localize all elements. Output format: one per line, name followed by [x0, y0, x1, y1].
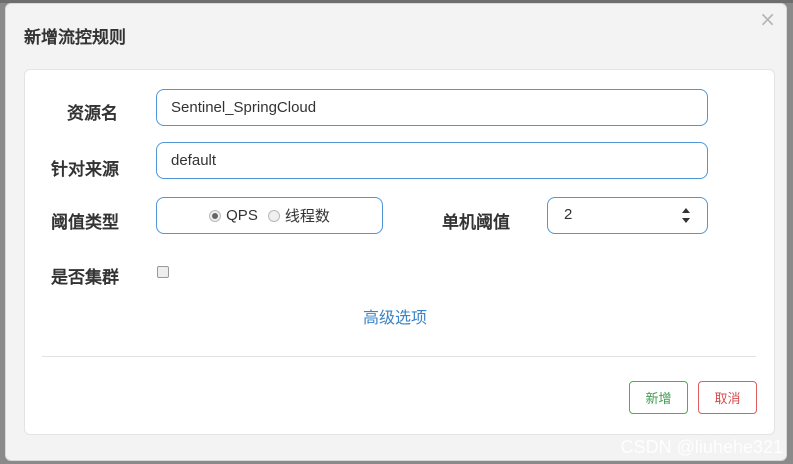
spinner-icon[interactable]	[681, 208, 691, 223]
spinner-up-icon[interactable]	[682, 208, 690, 213]
radio-qps-indicator[interactable]	[209, 209, 222, 222]
source-input[interactable]: default	[156, 142, 708, 179]
source-label: 针对来源	[51, 160, 119, 180]
resource-label: 资源名	[67, 104, 118, 124]
threshold-type-label: 阈值类型	[51, 213, 119, 233]
threshold-number-input[interactable]: 2	[547, 197, 708, 234]
radio-thread-count-indicator[interactable]	[267, 209, 280, 222]
watermark: CSDN @liuhehe321	[620, 437, 783, 457]
add-button[interactable]: 新增	[629, 381, 688, 414]
dialog-header: 新增流控规则 ×	[6, 4, 786, 66]
form-panel: 资源名 Sentinel_SpringCloud 针对来源 default 阈值…	[24, 69, 775, 435]
add-flow-rule-dialog: 新增流控规则 × 资源名 Sentinel_SpringCloud 针对来源 d…	[5, 3, 787, 461]
close-icon[interactable]: ×	[759, 9, 776, 29]
cluster-checkbox[interactable]	[157, 266, 169, 278]
threshold-value: 2	[564, 206, 573, 223]
advanced-options-link[interactable]: 高级选项	[363, 304, 427, 328]
threshold-type-radio-group: QPS 线程数	[156, 197, 383, 234]
resource-input[interactable]: Sentinel_SpringCloud	[156, 89, 708, 126]
cluster-label: 是否集群	[51, 268, 119, 288]
divider	[42, 356, 756, 357]
radio-qps-label: QPS	[226, 207, 258, 224]
cancel-button[interactable]: 取消	[698, 381, 757, 414]
radio-thread-count[interactable]: 线程数	[267, 205, 330, 226]
radio-thread-count-label: 线程数	[284, 208, 330, 225]
radio-qps[interactable]: QPS	[209, 207, 258, 224]
spinner-down-icon[interactable]	[682, 218, 690, 223]
dialog-title: 新增流控规则	[24, 28, 126, 48]
threshold-label: 单机阈值	[442, 213, 510, 233]
